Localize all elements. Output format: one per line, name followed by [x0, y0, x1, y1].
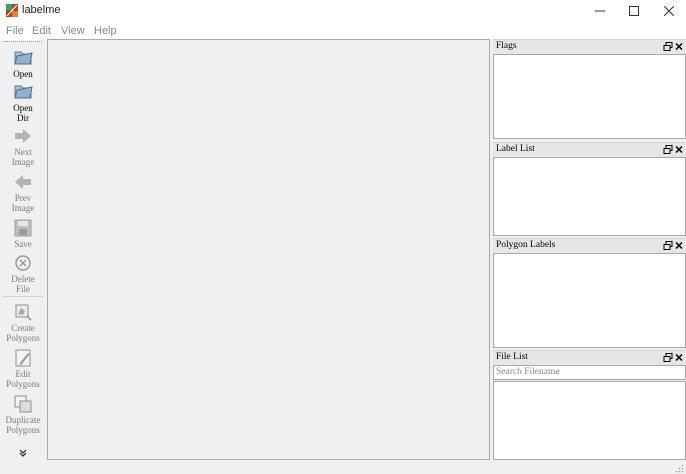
save-button[interactable]: Save	[0, 218, 46, 249]
flags-list[interactable]	[493, 54, 686, 139]
title-bar: labelme	[0, 0, 686, 22]
menu-bar: File Edit View Help	[0, 22, 686, 40]
create-polygons-button[interactable]: Create Polygons	[0, 302, 46, 343]
edit-polygons-button[interactable]: Edit Polygons	[0, 348, 46, 389]
open-dir-button[interactable]: Open Dir	[0, 80, 46, 123]
close-window-button[interactable]	[652, 0, 686, 22]
menu-edit[interactable]: Edit	[32, 25, 51, 37]
float-icon[interactable]	[663, 352, 673, 363]
delete-file-button[interactable]: Delete File	[0, 253, 46, 294]
toolbar-separator	[3, 296, 43, 297]
double-chevron-down-icon	[19, 449, 27, 457]
search-filename-input[interactable]: Search Filename	[493, 365, 686, 380]
maximize-icon	[629, 6, 639, 16]
delete-icon	[15, 255, 31, 271]
close-icon	[664, 6, 674, 16]
polygon-labels-dock-header[interactable]: Polygon Labels	[493, 238, 686, 253]
menu-file[interactable]: File	[6, 25, 24, 37]
status-bar	[0, 462, 686, 474]
window-title: labelme	[22, 4, 61, 16]
minimize-icon	[595, 10, 605, 12]
create-polygon-icon	[15, 304, 32, 321]
labelme-logo-icon	[6, 4, 18, 17]
label-list-dock-title: Label List	[496, 144, 535, 154]
save-label: Save	[14, 239, 32, 249]
menu-view[interactable]: View	[61, 25, 85, 37]
polygon-labels-list[interactable]	[493, 253, 686, 348]
toolbar-grip[interactable]	[4, 41, 42, 43]
float-icon[interactable]	[663, 144, 673, 155]
file-list-dock-header[interactable]: File List	[493, 350, 686, 365]
minimize-button[interactable]	[583, 0, 617, 22]
duplicate-icon	[14, 395, 32, 413]
menu-help[interactable]: Help	[94, 25, 117, 37]
delete-file-label: Delete File	[11, 274, 35, 294]
edit-polygon-icon	[15, 349, 31, 367]
duplicate-polygons-label: Duplicate Polygons	[5, 415, 41, 435]
next-image-label: Next Image	[11, 147, 35, 167]
save-icon	[14, 219, 32, 237]
edit-polygons-label: Edit Polygons	[6, 369, 40, 389]
open-label: Open	[13, 69, 33, 79]
maximize-button[interactable]	[617, 0, 651, 22]
create-polygons-label: Create Polygons	[6, 323, 40, 343]
close-icon[interactable]	[674, 144, 684, 155]
close-icon[interactable]	[674, 352, 684, 363]
flags-dock: Flags	[493, 39, 686, 139]
close-icon[interactable]	[674, 240, 684, 251]
flags-dock-title: Flags	[496, 41, 517, 51]
file-list-dock-title: File List	[496, 352, 528, 362]
open-folder-icon	[14, 51, 33, 65]
label-list[interactable]	[493, 157, 686, 236]
tools-toolbar: Open Open Dir Next Image Prev Image Save	[0, 40, 46, 462]
label-list-dock-header[interactable]: Label List	[493, 142, 686, 157]
open-dir-label: Open Dir	[13, 103, 33, 123]
image-canvas[interactable]	[47, 39, 490, 460]
open-dir-icon	[14, 85, 33, 99]
close-icon[interactable]	[674, 41, 684, 52]
file-list[interactable]	[493, 381, 686, 460]
file-list-dock: File List Search Filename	[493, 350, 686, 460]
open-button[interactable]: Open	[0, 46, 46, 79]
prev-image-label: Prev Image	[11, 193, 35, 213]
next-image-button[interactable]: Next Image	[0, 126, 46, 167]
toolbar-extension-button[interactable]	[0, 449, 46, 459]
polygon-labels-dock-title: Polygon Labels	[496, 240, 556, 250]
float-icon[interactable]	[663, 41, 673, 52]
arrow-right-icon	[15, 129, 31, 143]
polygon-labels-dock: Polygon Labels	[493, 238, 686, 348]
float-icon[interactable]	[663, 240, 673, 251]
duplicate-polygons-button[interactable]: Duplicate Polygons	[0, 394, 46, 435]
prev-image-button[interactable]: Prev Image	[0, 172, 46, 213]
label-list-dock: Label List	[493, 142, 686, 236]
arrow-left-icon	[15, 175, 31, 189]
resize-grip-icon[interactable]	[675, 464, 684, 473]
flags-dock-header[interactable]: Flags	[493, 39, 686, 54]
